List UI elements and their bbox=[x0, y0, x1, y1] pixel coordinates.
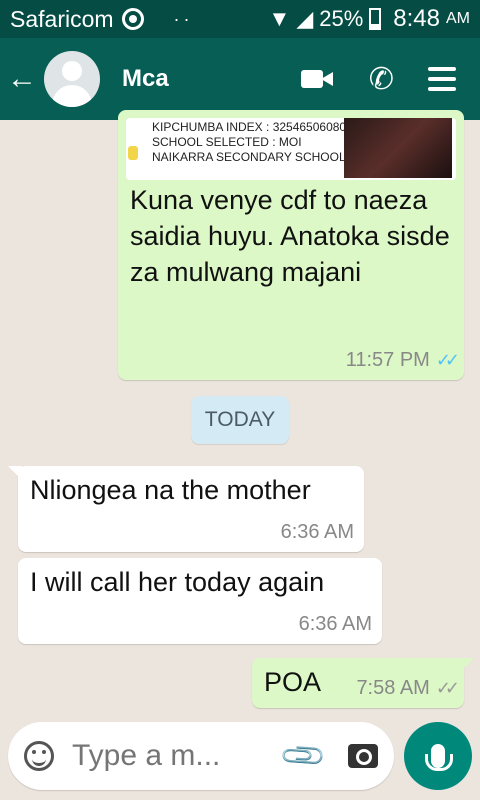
attach-icon[interactable]: 📎 bbox=[278, 730, 329, 781]
clock-ampm: AM bbox=[446, 10, 470, 27]
chat-area[interactable]: KIPCHUMBA INDEX : 32546506080 SCHOOL SEL… bbox=[0, 110, 480, 720]
image-badge bbox=[128, 146, 138, 160]
mic-button[interactable] bbox=[404, 722, 472, 790]
message-time: 11:57 PM bbox=[345, 349, 430, 371]
bubble-tail bbox=[460, 658, 474, 672]
read-ticks-icon: ✓✓ bbox=[435, 350, 460, 370]
image-attachment[interactable]: KIPCHUMBA INDEX : 32546506080 SCHOOL SEL… bbox=[126, 118, 456, 180]
wifi-icon: ▼ bbox=[268, 6, 291, 31]
header-actions: ✆ bbox=[300, 62, 480, 97]
avatar[interactable] bbox=[44, 51, 100, 107]
message-text: POA bbox=[264, 667, 322, 697]
menu-icon[interactable] bbox=[428, 67, 456, 91]
image-caption: KIPCHUMBA INDEX : 32546506080 SCHOOL SEL… bbox=[152, 120, 347, 164]
message-bubble-incoming[interactable]: Nliongea na the mother 6:36 AM bbox=[8, 466, 364, 552]
message-time: 6:36 AM bbox=[298, 613, 372, 635]
clock-time: 8:48 bbox=[393, 5, 440, 32]
chat-header: ← Mca ✆ bbox=[0, 38, 480, 120]
mic-icon bbox=[425, 744, 453, 771]
phone-call-icon[interactable]: ✆ bbox=[369, 62, 394, 97]
delivered-ticks-icon: ✓✓ bbox=[435, 678, 460, 698]
emoji-icon[interactable] bbox=[24, 741, 54, 771]
chrome-icon bbox=[121, 8, 144, 30]
image-thumbnail bbox=[344, 118, 452, 178]
message-meta: 7:58 AM ✓✓ bbox=[356, 677, 460, 700]
camera-icon[interactable] bbox=[348, 744, 378, 768]
message-text: Kuna venye cdf to naeza saidia huyu. Ana… bbox=[130, 185, 450, 287]
message-input[interactable] bbox=[72, 739, 252, 773]
battery-percent: 25% bbox=[319, 6, 364, 31]
message-meta: 6:36 AM bbox=[281, 521, 354, 544]
message-bubble-outgoing[interactable]: KIPCHUMBA INDEX : 32546506080 SCHOOL SEL… bbox=[118, 110, 464, 380]
bubble-tail bbox=[8, 466, 22, 480]
signal-icon: ◢ bbox=[296, 6, 314, 31]
message-meta: 11:57 PM ✓✓ bbox=[345, 349, 460, 372]
contact-name[interactable]: Mca bbox=[122, 65, 169, 93]
status-bar: Safaricom ·· ▼ ◢ 25% 8:48 AM bbox=[0, 0, 480, 38]
video-call-icon[interactable] bbox=[300, 68, 335, 90]
battery-icon bbox=[369, 8, 382, 30]
message-bubble-incoming[interactable]: I will call her today again 6:36 AM bbox=[18, 558, 382, 644]
message-bubble-outgoing[interactable]: POA 7:58 AM ✓✓ bbox=[252, 658, 474, 708]
carrier-name: Safaricom bbox=[10, 5, 114, 32]
notification-dots: ·· bbox=[173, 8, 194, 29]
message-text: Nliongea na the mother bbox=[30, 475, 311, 505]
message-text: I will call her today again bbox=[30, 567, 325, 597]
message-time: 7:58 AM bbox=[356, 677, 430, 699]
message-composer: 📎 bbox=[8, 722, 394, 790]
status-right: ▼ ◢ 25% 8:48 AM bbox=[269, 5, 470, 33]
date-divider: TODAY bbox=[191, 396, 289, 444]
message-time: 6:36 AM bbox=[280, 521, 354, 543]
message-meta: 6:36 AM bbox=[299, 613, 372, 636]
back-arrow-icon[interactable]: ← bbox=[0, 38, 44, 120]
